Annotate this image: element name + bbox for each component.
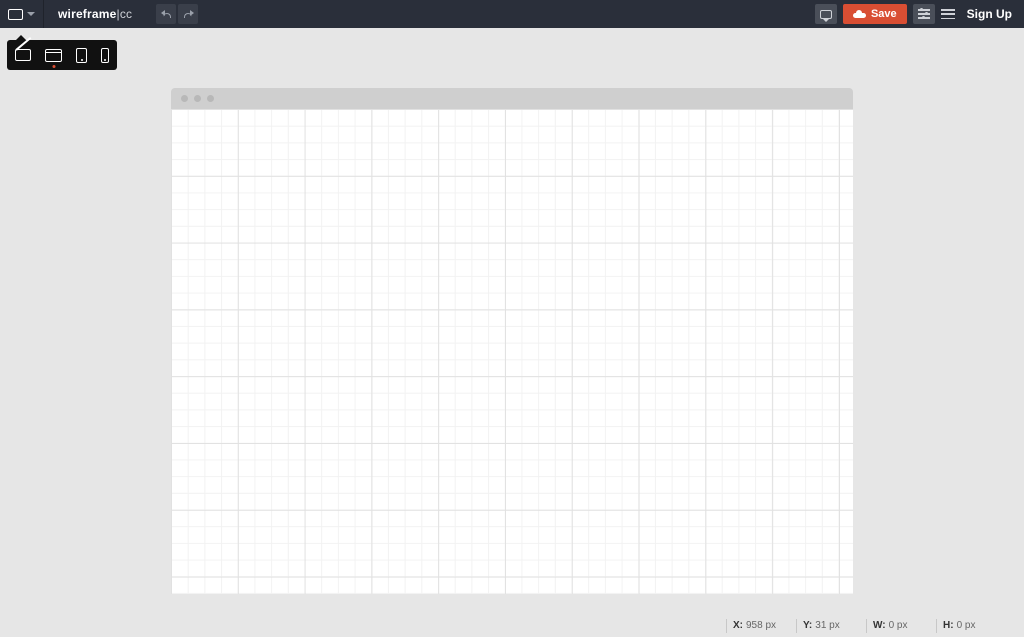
status-x-label: X:	[733, 620, 743, 631]
history-group	[146, 4, 198, 24]
top-navbar: wireframe|cc Save Sign Up	[0, 0, 1024, 28]
wireframe-canvas[interactable]	[171, 109, 853, 594]
status-y: Y: 31 px	[796, 619, 866, 633]
browser-icon	[8, 9, 23, 20]
browser-frame-icon	[45, 49, 62, 62]
device-phone[interactable]	[101, 48, 109, 63]
signup-link[interactable]: Sign Up	[961, 7, 1012, 21]
status-y-label: Y:	[803, 620, 812, 631]
topbar-right-group: Save Sign Up	[815, 0, 1024, 28]
device-tablet[interactable]	[76, 48, 87, 63]
undo-icon	[162, 11, 171, 18]
brand-logo[interactable]: wireframe|cc	[44, 7, 146, 21]
status-y-value: 31 px	[815, 620, 839, 631]
phone-icon	[101, 48, 109, 63]
sliders-icon	[918, 9, 930, 19]
mute-toggle[interactable]	[15, 49, 31, 61]
save-button[interactable]: Save	[843, 4, 907, 24]
status-h-label: H:	[943, 620, 954, 631]
settings-button[interactable]	[913, 4, 935, 24]
brand-suffix: cc	[120, 7, 132, 21]
status-w-label: W:	[873, 620, 886, 631]
tablet-icon	[76, 48, 87, 63]
comments-button[interactable]	[815, 4, 837, 24]
status-w: W: 0 px	[866, 619, 936, 633]
status-h: H: 0 px	[936, 619, 1006, 633]
mute-icon	[15, 49, 31, 61]
redo-icon	[184, 11, 193, 18]
device-toolbar	[7, 35, 117, 70]
chevron-down-icon	[27, 12, 35, 16]
status-w-value: 0 px	[889, 620, 908, 631]
chrome-dot	[207, 95, 214, 102]
status-x-value: 958 px	[746, 620, 776, 631]
device-browser[interactable]	[45, 49, 62, 62]
canvas-area	[171, 88, 853, 594]
active-indicator	[52, 65, 55, 68]
cloud-upload-icon	[853, 10, 866, 18]
topbar-left-group: wireframe|cc	[0, 0, 198, 28]
status-bar: X: 958 px Y: 31 px W: 0 px H: 0 px	[0, 614, 1024, 637]
undo-button[interactable]	[156, 4, 176, 24]
mock-browser-chrome	[171, 88, 853, 109]
brand-name: wireframe	[58, 7, 117, 21]
redo-button[interactable]	[178, 4, 198, 24]
status-x: X: 958 px	[726, 619, 796, 633]
main-menu-button[interactable]	[941, 9, 955, 19]
chrome-dot	[194, 95, 201, 102]
save-label: Save	[871, 8, 897, 20]
device-dropdown[interactable]	[0, 0, 44, 28]
chrome-dot	[181, 95, 188, 102]
chat-icon	[820, 10, 832, 19]
status-h-value: 0 px	[957, 620, 976, 631]
